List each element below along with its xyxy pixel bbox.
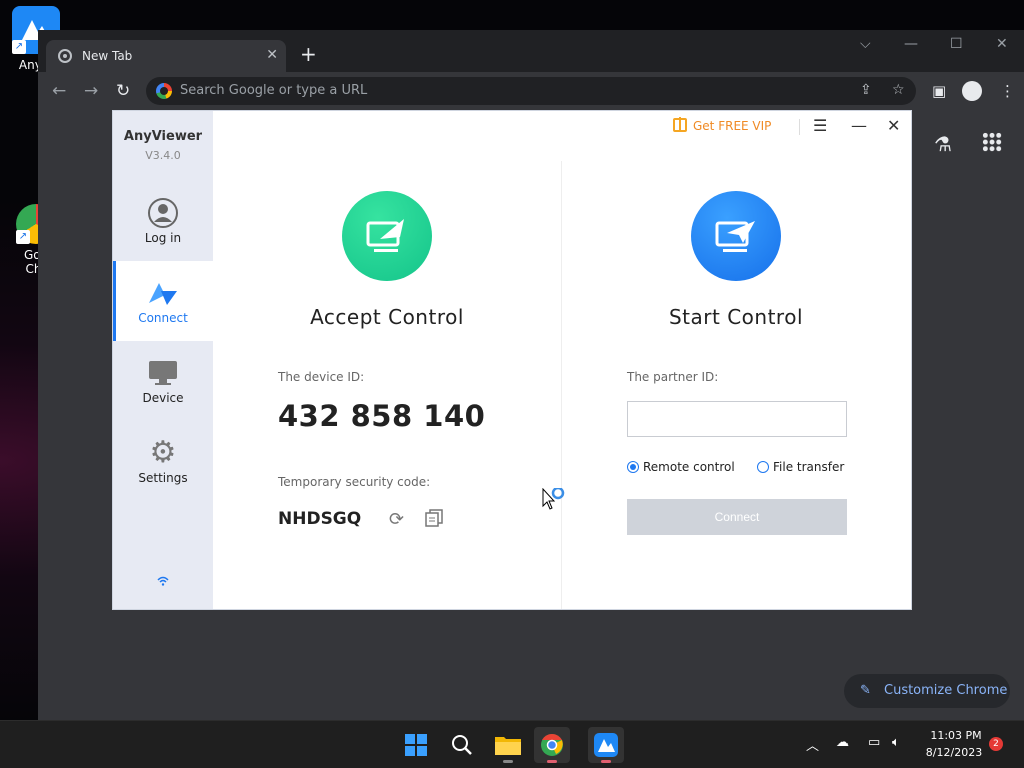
- bookmark-star-icon[interactable]: ☆: [892, 82, 905, 98]
- notification-badge[interactable]: 2: [989, 737, 1003, 751]
- remote-control-label: Remote control: [643, 460, 735, 474]
- google-apps-icon[interactable]: [982, 132, 1002, 152]
- gear-icon: ⚙: [149, 435, 177, 470]
- file-transfer-radio[interactable]: File transfer: [757, 460, 844, 474]
- maximize-button[interactable]: ☐: [950, 36, 963, 52]
- omnibox-placeholder: Search Google or type a URL: [180, 83, 368, 98]
- clock-date[interactable]: 8/12/2023: [922, 746, 986, 759]
- browser-toolbar: ← → ↻ Search Google or type a URL ⇪ ☆ ▣ …: [38, 72, 1024, 110]
- anyviewer-window: AnyViewer V3.4.0 Log in Connect Device ⚙…: [112, 110, 912, 610]
- security-code-value: NHDSGQ: [278, 509, 362, 529]
- customize-chrome-button[interactable]: ✎ Customize Chrome: [844, 674, 1010, 708]
- side-panel-icon[interactable]: ▣: [932, 82, 946, 100]
- app-name: AnyViewer: [123, 129, 203, 144]
- start-control-title: Start Control: [668, 305, 803, 329]
- busy-cursor-icon: [542, 486, 566, 516]
- tab-strip: New Tab ✕ + ⌵ — ☐ ✕: [38, 30, 1024, 72]
- vip-label: Get FREE VIP: [693, 119, 772, 133]
- pencil-icon: ✎: [860, 683, 871, 698]
- more-menu-icon[interactable]: ⋮: [1000, 82, 1015, 100]
- close-tab-icon[interactable]: ✕: [266, 47, 278, 63]
- sidebar-item-device[interactable]: Device: [113, 341, 213, 421]
- sidebar-item-label: Log in: [144, 231, 182, 245]
- reload-button[interactable]: ↻: [116, 81, 130, 101]
- clock-time[interactable]: 11:03 PM: [926, 729, 986, 742]
- partner-id-input[interactable]: [627, 401, 847, 437]
- start-control-icon: [691, 191, 781, 281]
- back-button[interactable]: ←: [52, 81, 66, 101]
- new-tab-button[interactable]: +: [300, 44, 317, 64]
- tab-new-tab[interactable]: New Tab ✕: [46, 40, 286, 72]
- app-version: V3.4.0: [145, 149, 181, 162]
- file-explorer-icon[interactable]: [490, 727, 526, 763]
- windows-start-icon[interactable]: [398, 727, 434, 763]
- copy-icon[interactable]: [425, 509, 443, 527]
- gift-icon: [673, 117, 687, 132]
- tab-search-icon[interactable]: ⌵: [860, 36, 871, 52]
- omnibox[interactable]: Search Google or type a URL ⇪ ☆: [146, 77, 916, 105]
- anyviewer-sidebar: AnyViewer V3.4.0 Log in Connect Device ⚙…: [113, 111, 213, 609]
- accept-control-title: Accept Control: [310, 305, 464, 329]
- user-icon: [147, 197, 179, 229]
- connect-button[interactable]: Connect: [627, 499, 847, 535]
- labs-flask-icon[interactable]: ⚗: [934, 132, 952, 156]
- menu-icon[interactable]: ☰: [813, 116, 827, 135]
- partner-id-label: The partner ID:: [627, 370, 719, 384]
- wifi-status-icon: [157, 575, 169, 589]
- file-transfer-label: File transfer: [773, 460, 845, 474]
- sidebar-item-label: Connect: [138, 311, 188, 325]
- device-id-label: The device ID:: [278, 370, 365, 384]
- minimize-icon[interactable]: —: [851, 116, 867, 135]
- radio-unselected-icon: [757, 461, 769, 473]
- customize-chrome-label: Customize Chrome: [884, 683, 1008, 698]
- profile-avatar-icon[interactable]: [962, 81, 982, 101]
- refresh-icon[interactable]: ⟳: [389, 509, 404, 530]
- divider: [799, 119, 800, 135]
- sidebar-item-label: Settings: [138, 471, 188, 485]
- running-indicator: [503, 760, 513, 763]
- forward-button[interactable]: →: [84, 81, 98, 101]
- remote-control-radio[interactable]: Remote control: [627, 460, 735, 474]
- taskbar: ︿ ☁ ▭ 🔈︎ 11:03 PM 8/12/2023 2: [0, 720, 1024, 768]
- running-indicator: [547, 760, 557, 763]
- chrome-favicon-icon: [58, 49, 72, 63]
- close-icon[interactable]: ✕: [887, 116, 900, 135]
- onedrive-icon[interactable]: ☁: [836, 735, 849, 750]
- running-indicator: [601, 760, 611, 763]
- sidebar-item-connect[interactable]: Connect: [113, 261, 213, 341]
- sidebar-item-settings[interactable]: ⚙ Settings: [113, 421, 213, 501]
- sidebar-item-label: Device: [142, 391, 184, 405]
- share-icon[interactable]: ⇪: [860, 82, 872, 98]
- device-id-value: 432 858 140: [278, 399, 486, 433]
- security-code-label: Temporary security code:: [278, 475, 431, 489]
- accept-control-icon: [342, 191, 432, 281]
- radio-selected-icon: [627, 461, 639, 473]
- google-icon: [156, 83, 172, 99]
- get-vip-button[interactable]: Get FREE VIP: [673, 117, 772, 133]
- sidebar-item-login[interactable]: Log in: [113, 181, 213, 261]
- network-icon[interactable]: ▭: [868, 735, 880, 750]
- close-window-button[interactable]: ✕: [996, 36, 1008, 52]
- tab-title: New Tab: [82, 49, 133, 63]
- chrome-icon[interactable]: [534, 727, 570, 763]
- anyviewer-icon[interactable]: [588, 727, 624, 763]
- tray-overflow-icon[interactable]: ︿: [806, 735, 819, 754]
- minimize-button[interactable]: —: [904, 36, 918, 52]
- volume-icon[interactable]: 🔈︎: [892, 735, 900, 750]
- panel-divider: [561, 161, 562, 609]
- search-icon[interactable]: [444, 727, 480, 763]
- connect-icon: [147, 277, 179, 309]
- monitor-icon: [147, 357, 179, 389]
